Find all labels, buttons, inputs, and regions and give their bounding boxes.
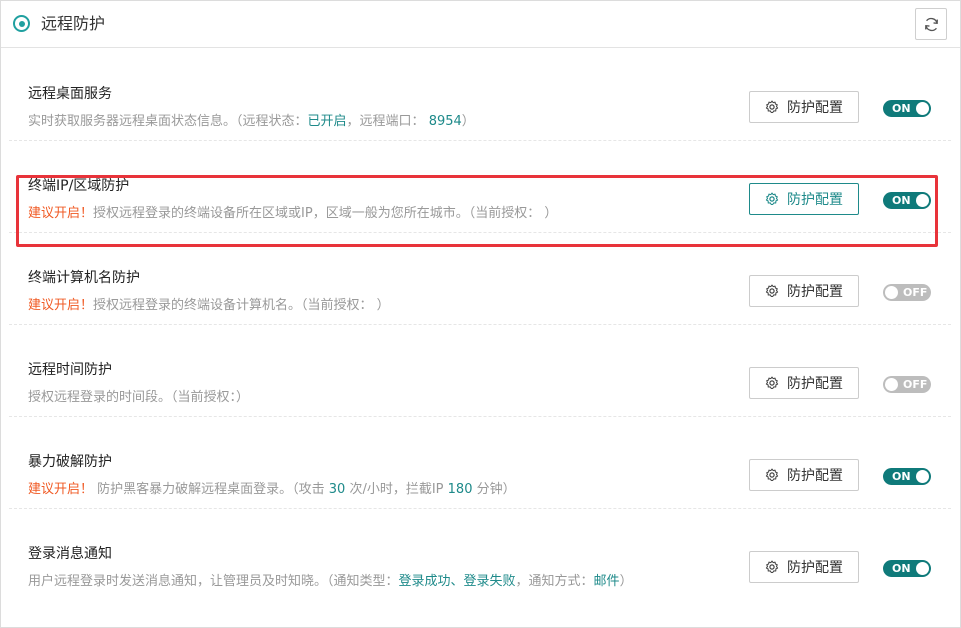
row-title: 终端计算机名防护 [28,270,140,286]
desc-text: ，远程端口： [346,114,425,129]
row-description: 建议开启！ 防护黑客暴力破解远程桌面登录。（攻击 30 次/小时，拦截IP 18… [28,482,516,498]
toggle-label: ON [892,102,911,115]
toggle-knob [916,562,929,575]
row-brute-force: 暴力破解防护 建议开启！ 防护黑客暴力破解远程桌面登录。（攻击 30 次/小时，… [9,417,951,509]
notify-types-value: 登录成功、登录失败 [398,574,516,589]
toggle-knob [916,102,929,115]
row-title: 远程桌面服务 [28,86,112,102]
row-remote-time: 远程时间防护 授权远程登录的时间段。（当前授权：） 防护配置 OFF [9,325,951,417]
gear-icon [765,468,779,482]
desc-text: ，通知方式： [515,574,594,589]
row-title: 暴力破解防护 [28,454,112,470]
config-button-brute-force[interactable]: 防护配置 [749,459,859,491]
row-terminal-computer-name: 终端计算机名防护 建议开启！授权远程登录的终端设备计算机名。（当前授权： ） 防… [9,233,951,325]
config-button-remote-time[interactable]: 防护配置 [749,367,859,399]
remote-status-value: 已开启 [307,114,347,129]
config-button-label: 防护配置 [787,468,843,484]
toggle-label: OFF [903,286,928,299]
toggle-terminal-ip[interactable]: ON [883,192,931,209]
row-title: 登录消息通知 [28,546,112,562]
warning-text: 建议开启！ [28,206,94,221]
target-icon [13,15,30,32]
config-button-label: 防护配置 [787,376,843,392]
config-button-label: 防护配置 [787,192,843,208]
row-remote-desktop-service: 远程桌面服务 实时获取服务器远程桌面状态信息。（远程状态：已开启，远程端口： 8… [9,49,951,141]
attack-count-value: 30 [328,482,346,497]
config-button-terminal-ip[interactable]: 防护配置 [749,183,859,215]
page-title: 远程防护 [41,14,106,33]
toggle-label: ON [892,194,911,207]
row-login-notification: 登录消息通知 用户远程登录时发送消息通知，让管理员及时知晓。（通知类型：登录成功… [9,509,951,601]
desc-text: 授权远程登录的终端设备所在区域或IP，区域一般为您所在城市。（当前授权： ） [93,206,558,221]
toggle-knob [916,194,929,207]
gear-icon [765,284,779,298]
config-button-label: 防护配置 [787,100,843,116]
panel-header: 远程防护 [1,1,960,48]
desc-text: 实时获取服务器远程桌面状态信息。（远程状态： [28,114,308,129]
notify-method-value: 邮件 [593,574,620,589]
config-button-computer-name[interactable]: 防护配置 [749,275,859,307]
toggle-brute-force[interactable]: ON [883,468,931,485]
refresh-icon [924,17,938,31]
toggle-knob [885,378,898,391]
config-button-login-notification[interactable]: 防护配置 [749,551,859,583]
toggle-remote-desktop[interactable]: ON [883,100,931,117]
row-description: 授权远程登录的时间段。（当前授权：） [28,390,250,405]
desc-text: 分钟） [472,482,516,497]
desc-text: 授权远程登录的终端设备计算机名。（当前授权： ） [93,298,390,313]
gear-icon [765,100,779,114]
row-description: 建议开启！授权远程登录的终端设备计算机名。（当前授权： ） [28,298,390,314]
row-description: 用户远程登录时发送消息通知，让管理员及时知晓。（通知类型：登录成功、登录失败，通… [28,574,633,590]
gear-icon [765,192,779,206]
desc-text: 防护黑客暴力破解远程桌面登录。（攻击 [93,482,329,497]
gear-icon [765,376,779,390]
remote-protection-panel: 远程防护 远程桌面服务 实时获取服务器远程桌面状态信息。（远程状态：已开启，远程… [0,0,961,628]
row-title: 远程时间防护 [28,362,112,378]
warning-text: 建议开启！ [28,482,94,497]
config-button-label: 防护配置 [787,284,843,300]
row-title: 终端IP/区域防护 [28,178,130,194]
desc-text: ） [619,574,633,589]
toggle-label: ON [892,470,911,483]
toggle-label: OFF [903,378,928,391]
config-button-label: 防护配置 [787,560,843,576]
desc-text: 用户远程登录时发送消息通知，让管理员及时知晓。（通知类型： [28,574,399,589]
desc-text: 次/小时，拦截IP [345,482,448,497]
warning-text: 建议开启！ [28,298,94,313]
toggle-computer-name[interactable]: OFF [883,284,931,301]
toggle-login-notification[interactable]: ON [883,560,931,577]
row-terminal-ip-region: 终端IP/区域防护 建议开启！授权远程登录的终端设备所在区域或IP，区域一般为您… [9,141,951,233]
desc-text: ） [461,114,475,129]
refresh-button[interactable] [915,8,947,40]
toggle-remote-time[interactable]: OFF [883,376,931,393]
remote-port-value: 8954 [428,114,462,129]
gear-icon [765,560,779,574]
row-description: 实时获取服务器远程桌面状态信息。（远程状态：已开启，远程端口： 8954） [28,114,475,130]
block-minutes-value: 180 [447,482,473,497]
toggle-knob [916,470,929,483]
toggle-label: ON [892,562,911,575]
toggle-knob [885,286,898,299]
row-description: 建议开启！授权远程登录的终端设备所在区域或IP，区域一般为您所在城市。（当前授权… [28,206,557,222]
config-button-remote-desktop[interactable]: 防护配置 [749,91,859,123]
